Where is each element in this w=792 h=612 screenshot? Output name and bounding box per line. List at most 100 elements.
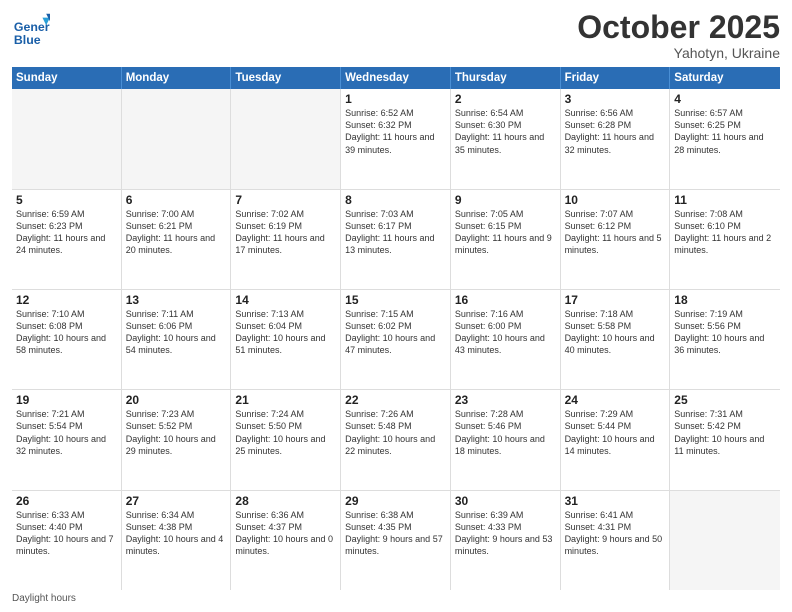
day-cell: 20Sunrise: 7:23 AMSunset: 5:52 PMDayligh… (122, 390, 232, 489)
day-number: 5 (16, 193, 117, 207)
day-cell: 14Sunrise: 7:13 AMSunset: 6:04 PMDayligh… (231, 290, 341, 389)
day-cell: 16Sunrise: 7:16 AMSunset: 6:00 PMDayligh… (451, 290, 561, 389)
day-number: 21 (235, 393, 336, 407)
day-number: 17 (565, 293, 666, 307)
day-number: 18 (674, 293, 776, 307)
day-number: 14 (235, 293, 336, 307)
day-number: 8 (345, 193, 446, 207)
day-info: Sunrise: 7:24 AMSunset: 5:50 PMDaylight:… (235, 408, 336, 457)
day-cell: 10Sunrise: 7:07 AMSunset: 6:12 PMDayligh… (561, 190, 671, 289)
day-info: Sunrise: 7:02 AMSunset: 6:19 PMDaylight:… (235, 208, 336, 257)
svg-text:Blue: Blue (14, 33, 41, 47)
day-info: Sunrise: 7:18 AMSunset: 5:58 PMDaylight:… (565, 308, 666, 357)
calendar-week-row: 26Sunrise: 6:33 AMSunset: 4:40 PMDayligh… (12, 491, 780, 590)
day-info: Sunrise: 7:00 AMSunset: 6:21 PMDaylight:… (126, 208, 227, 257)
day-of-week-header: Sunday (12, 67, 122, 89)
day-info: Sunrise: 7:19 AMSunset: 5:56 PMDaylight:… (674, 308, 776, 357)
day-of-week-header: Saturday (670, 67, 780, 89)
logo-icon: General Blue (12, 10, 50, 48)
calendar-week-row: 19Sunrise: 7:21 AMSunset: 5:54 PMDayligh… (12, 390, 780, 490)
day-number: 28 (235, 494, 336, 508)
day-cell: 3Sunrise: 6:56 AMSunset: 6:28 PMDaylight… (561, 89, 671, 188)
day-info: Sunrise: 6:57 AMSunset: 6:25 PMDaylight:… (674, 107, 776, 156)
subtitle: Yahotyn, Ukraine (577, 45, 780, 61)
day-info: Sunrise: 7:10 AMSunset: 6:08 PMDaylight:… (16, 308, 117, 357)
svg-text:General: General (14, 20, 50, 34)
calendar-week-row: 1Sunrise: 6:52 AMSunset: 6:32 PMDaylight… (12, 89, 780, 189)
day-cell: 15Sunrise: 7:15 AMSunset: 6:02 PMDayligh… (341, 290, 451, 389)
day-cell: 25Sunrise: 7:31 AMSunset: 5:42 PMDayligh… (670, 390, 780, 489)
day-number: 16 (455, 293, 556, 307)
day-info: Sunrise: 7:29 AMSunset: 5:44 PMDaylight:… (565, 408, 666, 457)
day-of-week-header: Wednesday (341, 67, 451, 89)
calendar: SundayMondayTuesdayWednesdayThursdayFrid… (12, 67, 780, 590)
day-info: Sunrise: 6:38 AMSunset: 4:35 PMDaylight:… (345, 509, 446, 558)
day-info: Sunrise: 7:13 AMSunset: 6:04 PMDaylight:… (235, 308, 336, 357)
day-number: 26 (16, 494, 117, 508)
day-cell: 22Sunrise: 7:26 AMSunset: 5:48 PMDayligh… (341, 390, 451, 489)
day-number: 1 (345, 92, 446, 106)
day-number: 24 (565, 393, 666, 407)
day-info: Sunrise: 7:23 AMSunset: 5:52 PMDaylight:… (126, 408, 227, 457)
day-info: Sunrise: 6:52 AMSunset: 6:32 PMDaylight:… (345, 107, 446, 156)
day-cell: 6Sunrise: 7:00 AMSunset: 6:21 PMDaylight… (122, 190, 232, 289)
day-number: 25 (674, 393, 776, 407)
day-number: 20 (126, 393, 227, 407)
day-number: 19 (16, 393, 117, 407)
day-number: 7 (235, 193, 336, 207)
day-cell: 19Sunrise: 7:21 AMSunset: 5:54 PMDayligh… (12, 390, 122, 489)
day-number: 10 (565, 193, 666, 207)
day-cell: 11Sunrise: 7:08 AMSunset: 6:10 PMDayligh… (670, 190, 780, 289)
day-cell: 23Sunrise: 7:28 AMSunset: 5:46 PMDayligh… (451, 390, 561, 489)
day-cell: 18Sunrise: 7:19 AMSunset: 5:56 PMDayligh… (670, 290, 780, 389)
day-info: Sunrise: 7:05 AMSunset: 6:15 PMDaylight:… (455, 208, 556, 257)
day-cell: 31Sunrise: 6:41 AMSunset: 4:31 PMDayligh… (561, 491, 671, 590)
day-info: Sunrise: 7:16 AMSunset: 6:00 PMDaylight:… (455, 308, 556, 357)
day-cell: 30Sunrise: 6:39 AMSunset: 4:33 PMDayligh… (451, 491, 561, 590)
day-cell: 13Sunrise: 7:11 AMSunset: 6:06 PMDayligh… (122, 290, 232, 389)
day-number: 29 (345, 494, 446, 508)
day-info: Sunrise: 6:54 AMSunset: 6:30 PMDaylight:… (455, 107, 556, 156)
calendar-week-row: 5Sunrise: 6:59 AMSunset: 6:23 PMDaylight… (12, 190, 780, 290)
day-number: 12 (16, 293, 117, 307)
header: General Blue October 2025 Yahotyn, Ukrai… (12, 10, 780, 61)
day-of-week-header: Friday (561, 67, 671, 89)
day-info: Sunrise: 7:08 AMSunset: 6:10 PMDaylight:… (674, 208, 776, 257)
day-info: Sunrise: 6:41 AMSunset: 4:31 PMDaylight:… (565, 509, 666, 558)
day-number: 27 (126, 494, 227, 508)
day-number: 6 (126, 193, 227, 207)
empty-cell (122, 89, 232, 188)
logo: General Blue (12, 10, 54, 48)
page-container: General Blue October 2025 Yahotyn, Ukrai… (0, 0, 792, 612)
day-of-week-header: Thursday (451, 67, 561, 89)
day-info: Sunrise: 7:15 AMSunset: 6:02 PMDaylight:… (345, 308, 446, 357)
day-cell: 2Sunrise: 6:54 AMSunset: 6:30 PMDaylight… (451, 89, 561, 188)
calendar-week-row: 12Sunrise: 7:10 AMSunset: 6:08 PMDayligh… (12, 290, 780, 390)
day-cell: 17Sunrise: 7:18 AMSunset: 5:58 PMDayligh… (561, 290, 671, 389)
day-number: 2 (455, 92, 556, 106)
day-info: Sunrise: 7:07 AMSunset: 6:12 PMDaylight:… (565, 208, 666, 257)
day-cell: 9Sunrise: 7:05 AMSunset: 6:15 PMDaylight… (451, 190, 561, 289)
empty-cell (12, 89, 122, 188)
day-info: Sunrise: 7:21 AMSunset: 5:54 PMDaylight:… (16, 408, 117, 457)
day-info: Sunrise: 7:26 AMSunset: 5:48 PMDaylight:… (345, 408, 446, 457)
day-number: 4 (674, 92, 776, 106)
day-cell: 24Sunrise: 7:29 AMSunset: 5:44 PMDayligh… (561, 390, 671, 489)
day-number: 30 (455, 494, 556, 508)
day-info: Sunrise: 6:56 AMSunset: 6:28 PMDaylight:… (565, 107, 666, 156)
day-info: Sunrise: 6:34 AMSunset: 4:38 PMDaylight:… (126, 509, 227, 558)
day-info: Sunrise: 6:59 AMSunset: 6:23 PMDaylight:… (16, 208, 117, 257)
day-number: 23 (455, 393, 556, 407)
day-info: Sunrise: 7:03 AMSunset: 6:17 PMDaylight:… (345, 208, 446, 257)
day-number: 3 (565, 92, 666, 106)
day-number: 31 (565, 494, 666, 508)
day-cell: 28Sunrise: 6:36 AMSunset: 4:37 PMDayligh… (231, 491, 341, 590)
day-number: 11 (674, 193, 776, 207)
day-of-week-header: Monday (122, 67, 232, 89)
day-cell: 7Sunrise: 7:02 AMSunset: 6:19 PMDaylight… (231, 190, 341, 289)
day-number: 13 (126, 293, 227, 307)
day-info: Sunrise: 7:31 AMSunset: 5:42 PMDaylight:… (674, 408, 776, 457)
month-title: October 2025 (577, 10, 780, 45)
footer-note: Daylight hours (12, 590, 780, 604)
calendar-body: 1Sunrise: 6:52 AMSunset: 6:32 PMDaylight… (12, 89, 780, 590)
